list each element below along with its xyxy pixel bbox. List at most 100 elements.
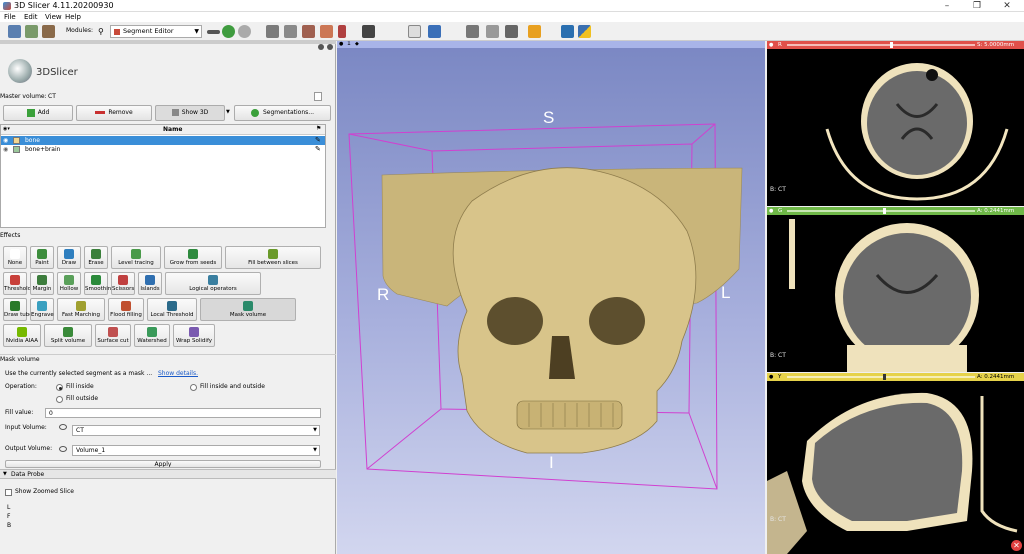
help-icon[interactable]	[318, 44, 324, 50]
slider-handle[interactable]	[883, 374, 886, 380]
forward-arrow-icon[interactable]	[238, 25, 251, 38]
crosshair-icon[interactable]	[528, 25, 541, 38]
effect-margin-button[interactable]: Margin	[30, 272, 54, 295]
effect-level-tracing-button[interactable]: Level tracing	[111, 246, 161, 269]
segment-color-swatch[interactable]	[13, 146, 20, 153]
segment-name[interactable]: bone	[25, 137, 40, 144]
green-slice-view[interactable]: ● G A: 0.2441mm B: CT	[767, 207, 1024, 372]
slice-offset-slider[interactable]	[787, 210, 975, 212]
minimize-icon[interactable]: –	[932, 0, 962, 12]
edit-pencil-icon[interactable]: ✎	[315, 136, 321, 144]
remove-segment-button[interactable]: Remove	[76, 105, 152, 121]
edit-pencil-icon[interactable]: ✎	[315, 145, 321, 153]
fill-inside-label[interactable]: Fill inside	[66, 383, 94, 390]
name-column-header[interactable]: Name	[163, 126, 182, 133]
effect-erase-button[interactable]: Erase	[84, 246, 108, 269]
link-views-icon[interactable]	[505, 25, 518, 38]
effect-split-volume-button[interactable]: Split volume	[44, 324, 92, 347]
screenshot-icon[interactable]	[466, 25, 479, 38]
show-details-link[interactable]: Show details.	[158, 370, 198, 377]
crop-module-icon[interactable]	[338, 25, 346, 38]
markups-module-icon[interactable]	[320, 25, 333, 38]
close-icon[interactable]: ✕	[992, 0, 1022, 12]
effect-smoothing-button[interactable]: Smoothing	[84, 272, 115, 295]
show3d-dropdown-icon[interactable]: ▼	[226, 109, 230, 115]
menu-view[interactable]: View	[45, 12, 62, 22]
volumes-module-icon[interactable]	[266, 25, 279, 38]
master-volume-select[interactable]: CT	[45, 92, 312, 101]
effect-fill-between-slices-button[interactable]: Fill between slices	[225, 246, 321, 269]
back-arrow-icon[interactable]	[222, 25, 235, 38]
layout-icon[interactable]	[362, 25, 375, 38]
restore-icon[interactable]: ❐	[962, 0, 992, 12]
add-segment-button[interactable]: Add	[3, 105, 73, 121]
module-selector[interactable]: Segment Editor ▼	[110, 25, 202, 38]
slider-handle[interactable]	[883, 208, 886, 214]
effect-logical-operators-button[interactable]: Logical operators	[165, 272, 261, 295]
effect-threshold-button[interactable]: Threshold	[3, 272, 31, 295]
output-volume-select[interactable]: Volume_1 ▼	[72, 445, 320, 456]
visibility-eye-icon[interactable]: ◉	[3, 146, 8, 153]
effect-draw-tube-button[interactable]: Draw tube	[3, 298, 33, 321]
red-slice-view[interactable]: ● R S: 5.0000mm B: CT	[767, 41, 1024, 206]
error-log-icon[interactable]: ✕	[1011, 540, 1022, 551]
effect-hollow-button[interactable]: Hollow	[57, 272, 81, 295]
save-button[interactable]	[42, 25, 55, 38]
apply-button[interactable]: Apply	[5, 460, 321, 468]
table-row[interactable]: ◉ bone+brain ✎	[1, 145, 325, 154]
fill-value-spinbox[interactable]: 0	[45, 408, 321, 418]
show-zoomed-label[interactable]: Show Zoomed Slice	[15, 488, 74, 495]
effect-watershed-button[interactable]: Watershed	[134, 324, 170, 347]
master-volume-options-icon[interactable]	[314, 92, 322, 101]
effect-wrap-solidify-button[interactable]: Wrap Solidify	[173, 324, 215, 347]
dcm-button[interactable]	[25, 25, 38, 38]
show-zoomed-checkbox[interactable]	[5, 489, 12, 496]
python-console-icon[interactable]	[578, 25, 591, 38]
table-row[interactable]: ◉ bone ✎	[1, 136, 325, 145]
green-slice-controller[interactable]: ● G A: 0.2441mm	[767, 207, 1024, 215]
segment-color-swatch[interactable]	[13, 137, 20, 144]
effect-scissors-button[interactable]: Scissors	[111, 272, 135, 295]
effect-engrave-button[interactable]: Engrave	[30, 298, 54, 321]
effect-paint-button[interactable]: Paint	[30, 246, 54, 269]
models-module-icon[interactable]	[284, 25, 297, 38]
data-probe-header[interactable]: ▼ Data Probe	[0, 469, 336, 479]
effect-local-threshold-button[interactable]: Local Threshold	[147, 298, 197, 321]
effect-mask-volume-button[interactable]: Mask volume	[200, 298, 296, 321]
effect-draw-button[interactable]: Draw	[57, 246, 81, 269]
slider-handle[interactable]	[890, 42, 893, 48]
pointer-mode-icon[interactable]	[408, 25, 421, 38]
place-fiducial-icon[interactable]	[428, 25, 441, 38]
effect-surface-cut-button[interactable]: Surface cut	[95, 324, 131, 347]
fill-inside-radio[interactable]	[56, 384, 63, 391]
pin-icon[interactable]: ●	[769, 41, 773, 49]
fill-outside-radio[interactable]	[56, 396, 63, 403]
load-data-button[interactable]	[8, 25, 21, 38]
visibility-eye-icon[interactable]: ◉	[3, 137, 8, 144]
slice-offset-slider[interactable]	[787, 376, 975, 378]
yellow-slice-controller[interactable]: ● Y A: 0.2441mm	[767, 373, 1024, 381]
effect-grow-from-seeds-button[interactable]: Grow from seeds	[164, 246, 222, 269]
extension-manager-icon[interactable]	[561, 25, 574, 38]
pin-icon[interactable]: ●	[769, 373, 773, 381]
input-volume-select[interactable]: CT ▼	[72, 425, 320, 436]
effect-flood-filling-button[interactable]: Flood filling	[108, 298, 144, 321]
yellow-slice-view[interactable]: ● Y A: 0.2441mm B: CT ✕	[767, 373, 1024, 554]
search-icon[interactable]: ⚲	[98, 27, 104, 36]
red-slice-controller[interactable]: ● R S: 5.0000mm	[767, 41, 1024, 49]
menu-edit[interactable]: Edit	[24, 12, 38, 22]
fill-inside-outside-radio[interactable]	[190, 384, 197, 391]
fill-inside-outside-label[interactable]: Fill inside and outside	[200, 383, 265, 390]
3d-view[interactable]: ● 1 ◆ S R L I	[337, 41, 765, 554]
crosshair-view-icon[interactable]	[486, 25, 499, 38]
transforms-module-icon[interactable]	[302, 25, 315, 38]
undock-icon[interactable]	[327, 44, 333, 50]
fill-outside-label[interactable]: Fill outside	[66, 395, 98, 402]
slice-offset-slider[interactable]	[787, 44, 975, 46]
effect-islands-button[interactable]: Islands	[138, 272, 162, 295]
effect-nvidia-aiaa-button[interactable]: Nvidia AIAA	[3, 324, 41, 347]
module-history-icon[interactable]	[207, 30, 220, 34]
menu-file[interactable]: File	[4, 12, 16, 22]
show-3d-button[interactable]: Show 3D	[155, 105, 225, 121]
effect-none-button[interactable]: None	[3, 246, 27, 269]
